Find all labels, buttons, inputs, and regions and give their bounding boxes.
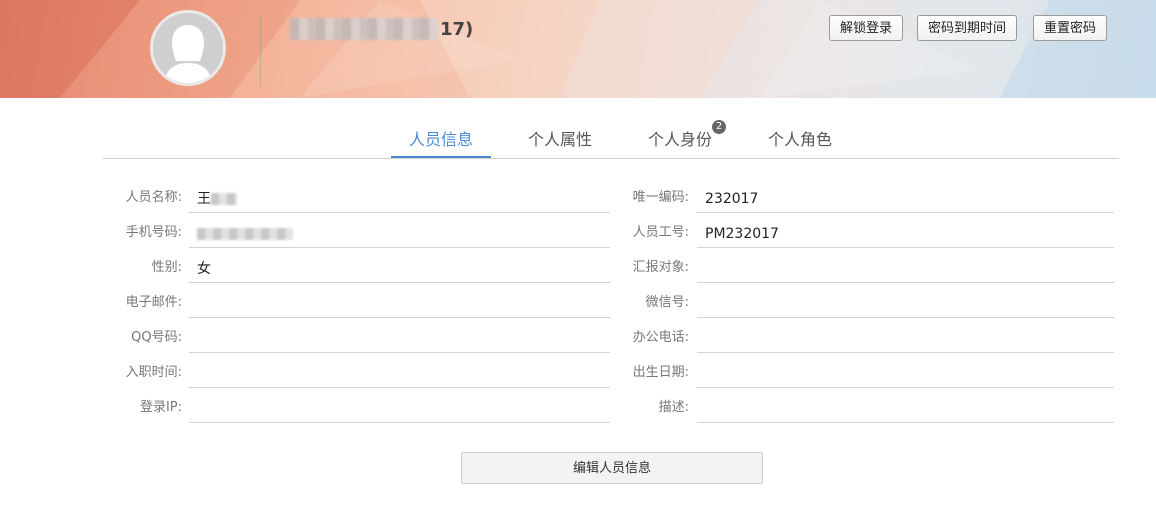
redacted-name-block: [290, 18, 438, 40]
reset-password-button[interactable]: 重置密码: [1033, 15, 1108, 41]
female-user-avatar-icon: [150, 10, 226, 86]
field-label: 汇报对象:: [632, 260, 689, 275]
employee-id-field[interactable]: PM232017: [697, 223, 1114, 248]
field-label: 描述:: [658, 400, 689, 415]
report-to-field[interactable]: [697, 258, 1114, 283]
field-label: 入职时间:: [125, 365, 182, 380]
field-label: QQ号码:: [131, 330, 182, 345]
unique-code-field[interactable]: 232017: [697, 188, 1114, 213]
description-field[interactable]: [697, 398, 1114, 423]
field-label: 人员名称:: [125, 190, 182, 205]
user-profile-page: 17) 解锁登录 密码到期时间 重置密码 人员信息 个人属性 个人身份 2 个人…: [0, 0, 1156, 514]
field-label: 人员工号:: [632, 225, 689, 240]
birth-date-field[interactable]: [697, 363, 1114, 388]
field-label: 办公电话:: [632, 330, 689, 345]
login-ip-field[interactable]: [189, 398, 610, 423]
email-field[interactable]: [189, 293, 610, 318]
unlock-login-button[interactable]: 解锁登录: [829, 15, 904, 41]
hire-date-field[interactable]: [189, 363, 610, 388]
tab-personal-attributes[interactable]: 个人属性: [515, 126, 605, 158]
redacted-name-rest: [211, 193, 237, 205]
field-label: 出生日期:: [632, 365, 689, 380]
redacted-mobile: [197, 228, 293, 240]
wechat-field[interactable]: [697, 293, 1114, 318]
qq-field[interactable]: [189, 328, 610, 353]
user-display-name: 17): [290, 16, 473, 42]
header-divider: [260, 16, 261, 86]
gender-field[interactable]: 女: [189, 258, 610, 283]
field-label: 性别:: [151, 260, 182, 275]
user-id-suffix: 17): [440, 18, 474, 40]
field-label: 电子邮件:: [125, 295, 182, 310]
field-label: 微信号:: [645, 295, 689, 310]
field-label: 唯一编码:: [632, 190, 689, 205]
name-field[interactable]: 王: [189, 188, 610, 213]
field-label: 手机号码:: [125, 225, 182, 240]
profile-tabs: 人员信息 个人属性 个人身份 2 个人角色: [103, 118, 1119, 159]
edit-personnel-info-button[interactable]: 编辑人员信息: [461, 452, 763, 484]
field-label: 登录IP:: [139, 400, 182, 415]
tab-personal-roles[interactable]: 个人角色: [755, 126, 845, 158]
tab-personal-identity[interactable]: 个人身份 2: [635, 120, 726, 158]
tab-personnel-info[interactable]: 人员信息: [391, 126, 491, 158]
mobile-field[interactable]: [189, 223, 610, 248]
office-phone-field[interactable]: [697, 328, 1114, 353]
profile-banner: 17) 解锁登录 密码到期时间 重置密码: [0, 0, 1156, 98]
identity-count-badge: 2: [712, 120, 726, 134]
password-expiry-button[interactable]: 密码到期时间: [917, 15, 1018, 41]
